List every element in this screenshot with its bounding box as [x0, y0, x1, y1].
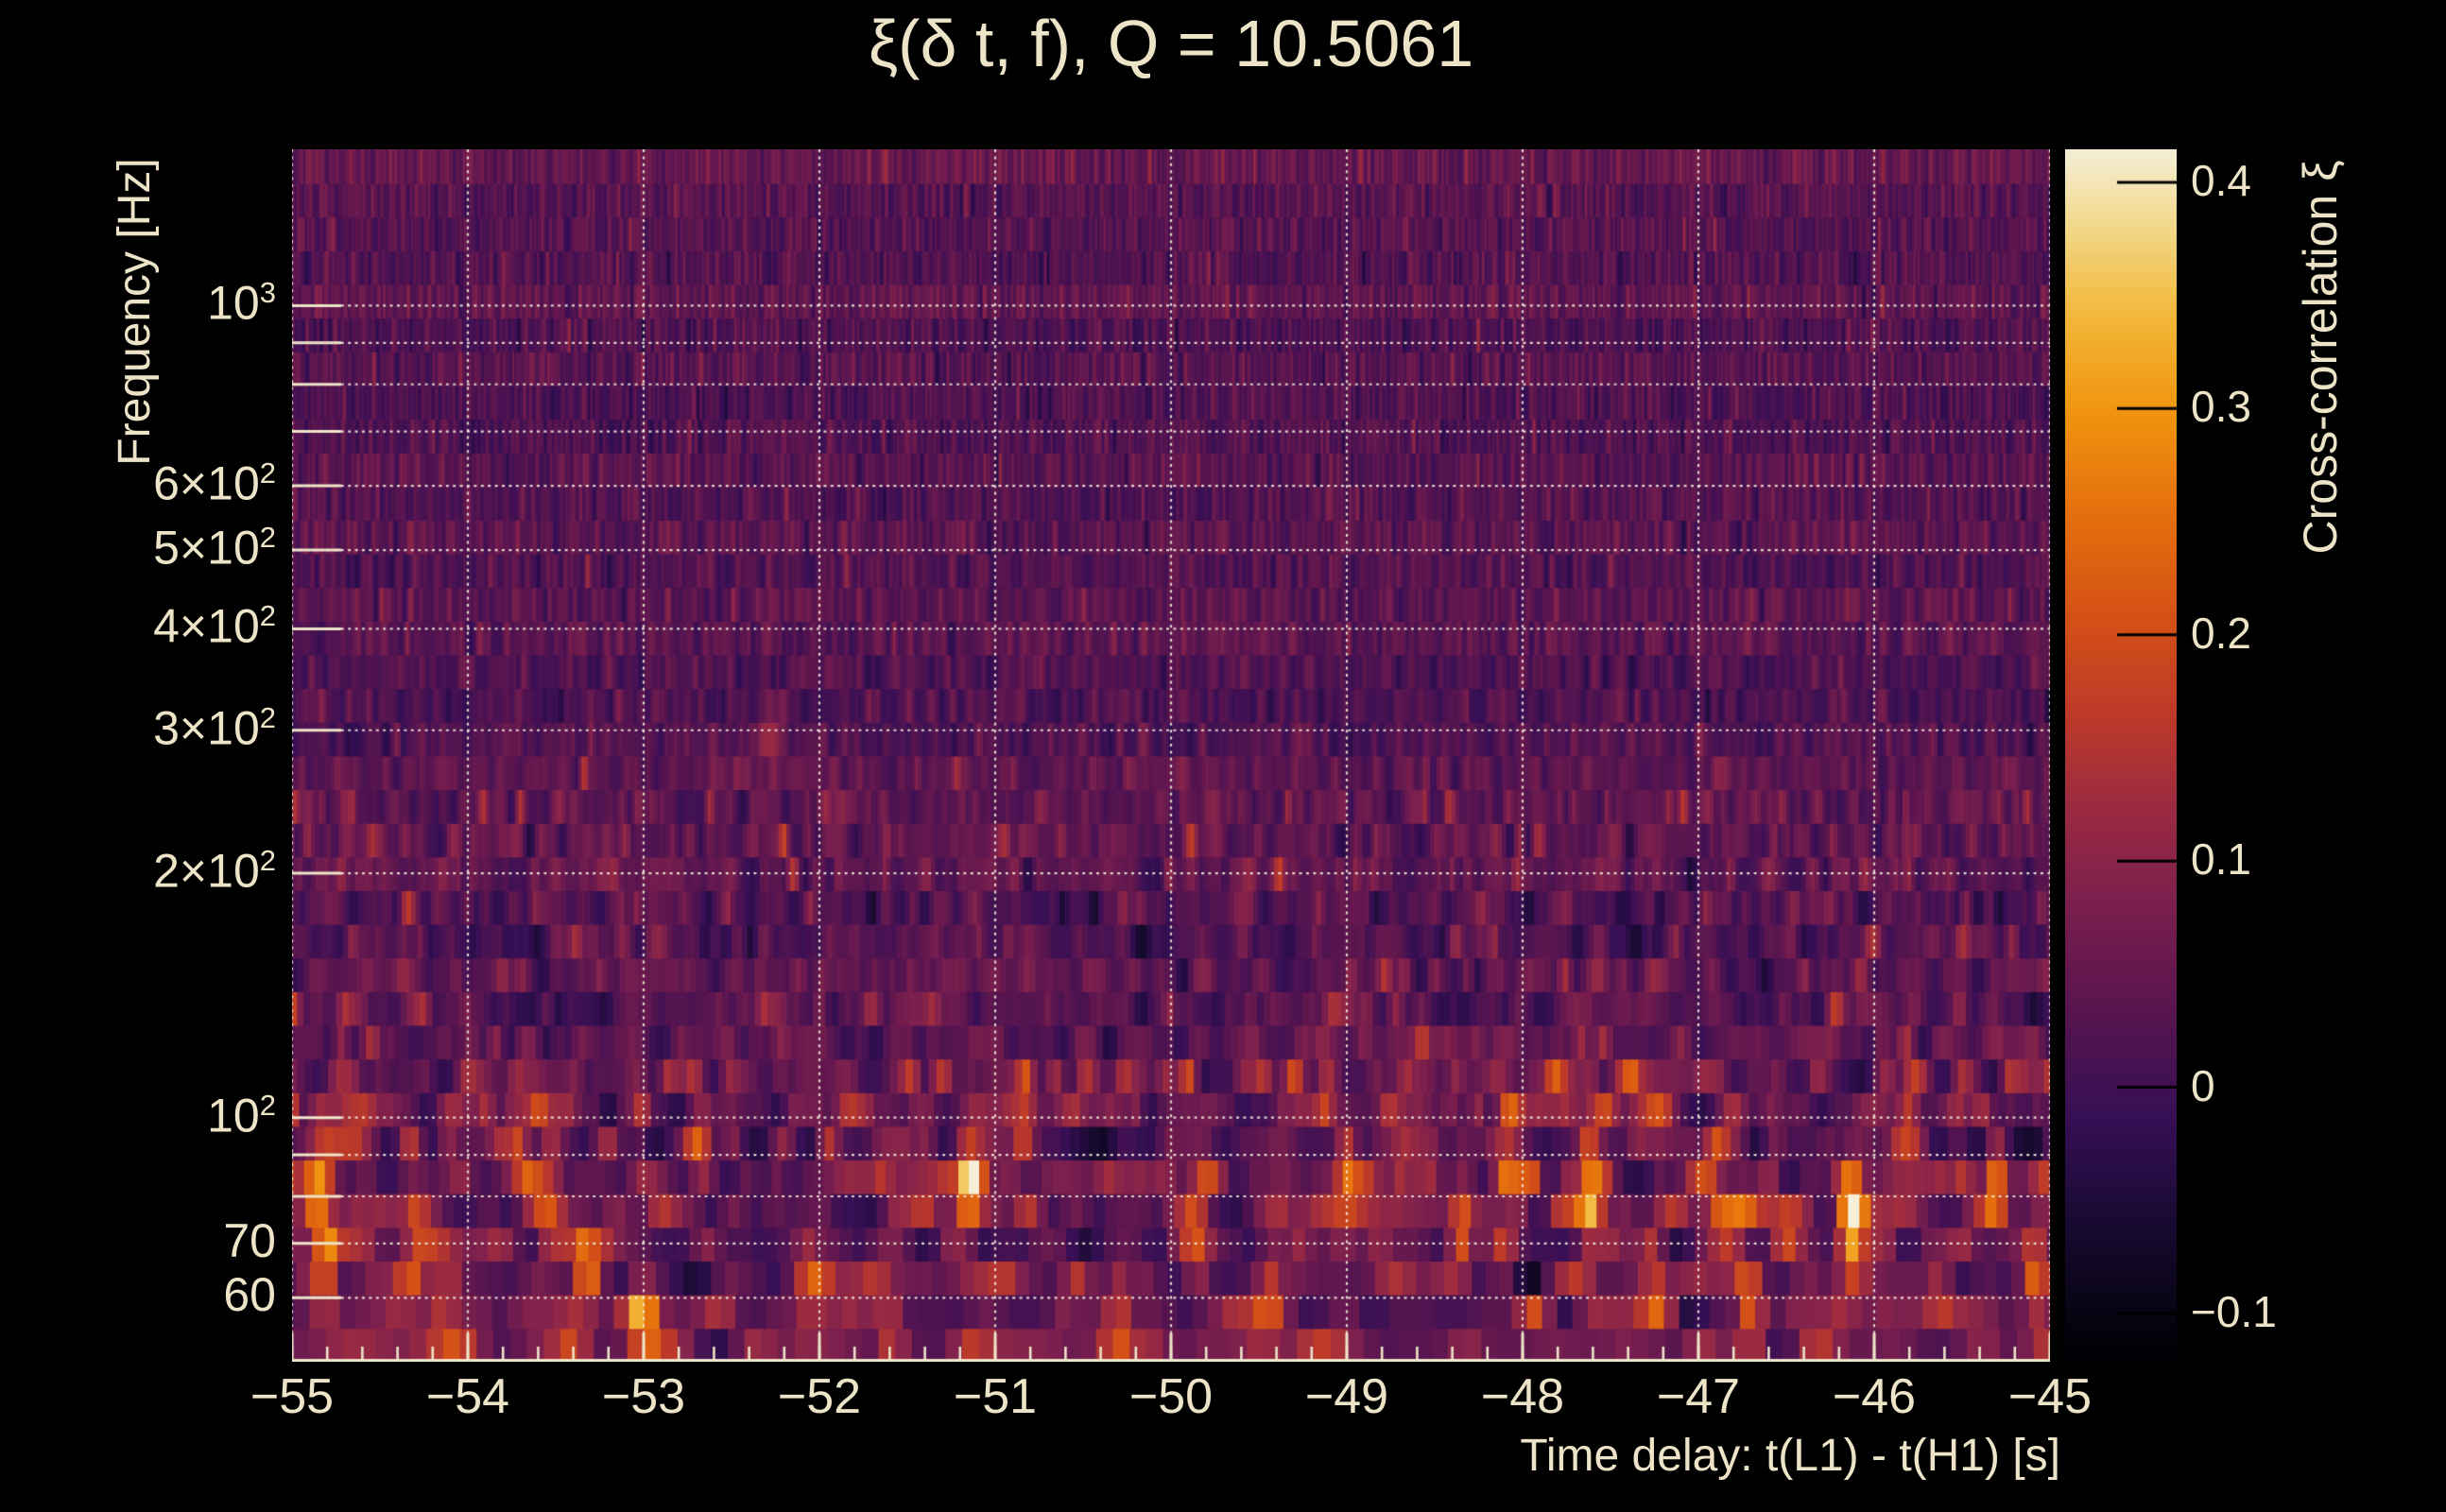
y-tick-label: 102 [0, 1090, 276, 1143]
x-tick-label: −55 [216, 1372, 368, 1421]
x-tick-label: −49 [1271, 1372, 1422, 1421]
y-tick-label: 70 [0, 1215, 276, 1267]
x-tick-label: −54 [392, 1372, 543, 1421]
y-tick-label: 6×102 [0, 457, 276, 510]
y-tick-label: 4×102 [0, 600, 276, 653]
x-tick-label: −46 [1799, 1372, 1950, 1421]
y-tick-label: 103 [0, 277, 276, 330]
heatmap-plot-area [292, 149, 2050, 1362]
page-title: ξ(δ t, f), Q = 10.5061 [292, 9, 2050, 79]
colorbar-tick-label: −0.1 [2191, 1288, 2277, 1336]
x-tick-label: −50 [1095, 1372, 1247, 1421]
cross-correlation-figure: ξ(δ t, f), Q = 10.5061 Frequency [Hz] −5… [0, 0, 2446, 1512]
colorbar-title: Cross-correlation ξ [2296, 161, 2346, 555]
x-tick-label: −52 [744, 1372, 895, 1421]
y-tick-label: 5×102 [0, 522, 276, 575]
x-axis-title: Time delay: t(L1) - t(H1) [s] [1115, 1433, 2060, 1480]
y-tick-label: 60 [0, 1269, 276, 1321]
x-tick-label: −47 [1623, 1372, 1774, 1421]
x-tick-label: −48 [1447, 1372, 1598, 1421]
x-tick-label: −45 [1974, 1372, 2126, 1421]
colorbar-tick-label: 0.4 [2191, 157, 2251, 205]
y-tick-label: 3×102 [0, 702, 276, 755]
colorbar-tick-label: 0.3 [2191, 383, 2251, 431]
colorbar-gradient [2065, 149, 2177, 1362]
colorbar-tick-label: 0.2 [2191, 610, 2251, 658]
y-tick-label: 2×102 [0, 845, 276, 898]
colorbar-tick-label: 0 [2191, 1062, 2215, 1110]
x-tick-label: −53 [568, 1372, 719, 1421]
x-tick-label: −51 [920, 1372, 1071, 1421]
colorbar-tick-label: 0.1 [2191, 835, 2251, 884]
